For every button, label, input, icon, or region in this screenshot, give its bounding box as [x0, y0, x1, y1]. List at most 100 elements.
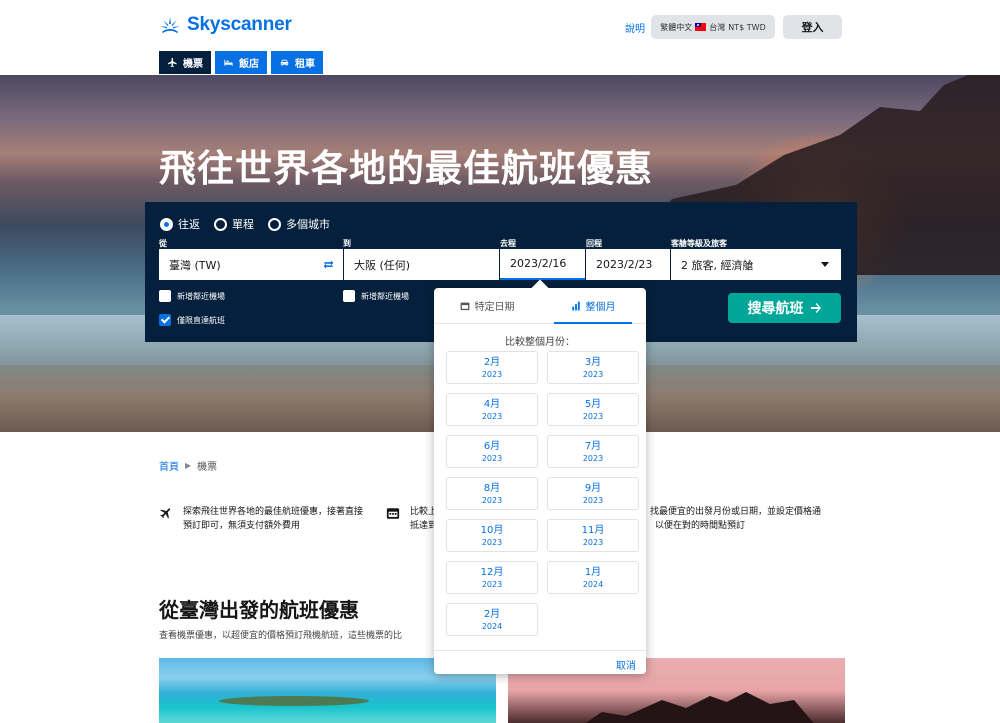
date-picker-popup: 特定日期 整個月 比較整個月份： 2月 2023 3月 2023 4月 2023 5月 202…: [434, 288, 646, 674]
year-label: 2023: [481, 579, 503, 589]
search-button-label: 搜尋航班: [747, 301, 804, 317]
to-value: 大阪 (任何): [354, 258, 411, 272]
depart-label: 去程: [500, 239, 516, 248]
direct-flights-only-checkbox[interactable]: 僅限直達航班: [159, 314, 225, 326]
year-label: 2023: [481, 495, 503, 505]
year-label: 2023: [582, 495, 604, 505]
radio-unchecked-icon: [214, 217, 227, 231]
compare-months-heading: 比較整個月份：: [505, 337, 575, 348]
cabin-travellers-field[interactable]: 2 旅客, 經濟艙: [671, 249, 841, 280]
nearby-destination-airports-checkbox[interactable]: 新增鄰近機場: [343, 290, 409, 302]
breadcrumb-home-link[interactable]: 首頁: [159, 458, 179, 473]
month-option[interactable]: 7月 2023: [547, 435, 639, 468]
year-label: 2023: [582, 411, 604, 421]
locale-button[interactable]: 繁體中文 台灣 NT$ TWD: [651, 15, 775, 39]
year-label: 2023: [481, 453, 503, 463]
product-tabs: 機票 飯店 租車: [159, 51, 323, 74]
tab-hotels[interactable]: 飯店: [215, 51, 267, 74]
year-label: 2023: [582, 369, 604, 379]
tab-car-hire[interactable]: 租車: [271, 51, 323, 74]
language-label: 繁體中文: [660, 22, 693, 32]
hero-title: 飛往世界各地的最佳航班優惠: [159, 147, 653, 190]
month-option[interactable]: 1月 2024: [547, 561, 639, 594]
month-label: 11月: [581, 524, 605, 536]
sunburst-logo-icon: [160, 17, 180, 33]
month-label: 9月: [584, 482, 602, 494]
month-label: 5月: [584, 398, 602, 410]
trip-type-return[interactable]: 往返: [160, 216, 200, 232]
checkbox-label: 僅限直達航班: [177, 315, 225, 325]
chevron-down-icon: [821, 262, 829, 267]
month-option[interactable]: 3月 2023: [547, 351, 639, 384]
login-button[interactable]: 登入: [783, 15, 842, 39]
feature-text-line1: 比較上: [410, 507, 438, 517]
month-option[interactable]: 11月 2023: [547, 519, 639, 552]
calendar-icon: [386, 508, 400, 519]
month-option[interactable]: 6月 2023: [446, 435, 538, 468]
cancel-button[interactable]: 取消: [616, 657, 636, 672]
calendar-icon: [460, 302, 469, 310]
year-label: 2024: [582, 579, 604, 589]
date-mode-tabs: 特定日期 整個月: [434, 288, 646, 324]
bar-chart-icon: [571, 301, 580, 310]
checkbox-label: 新增鄰近機場: [177, 291, 225, 301]
swap-arrows-icon[interactable]: [322, 258, 335, 271]
taiwan-flag-icon: [695, 23, 707, 31]
year-label: 2023: [481, 537, 503, 547]
month-option[interactable]: 5月 2023: [547, 393, 639, 426]
month-label: 10月: [480, 524, 504, 536]
tab-specific-date[interactable]: 特定日期: [434, 288, 540, 323]
month-label: 7月: [584, 440, 602, 452]
cabin-value: 2 旅客, 經濟艙: [681, 258, 754, 272]
region-label: 台灣: [709, 22, 726, 32]
month-label: 1月: [584, 566, 602, 578]
year-label: 2024: [481, 621, 503, 631]
feature-item: 找最便宜的出發月份或日期，並設定價格通 以便在對的時間點預訂: [650, 505, 821, 533]
cabin-label: 客艙等級及旅客: [671, 239, 727, 248]
bed-icon: [224, 59, 233, 66]
arrow-right-icon: [810, 303, 821, 313]
trip-type-one-way[interactable]: 單程: [214, 216, 254, 232]
month-option[interactable]: 12月 2023: [446, 561, 538, 594]
month-label: 8月: [483, 482, 501, 494]
car-icon: [280, 59, 289, 66]
month-option[interactable]: 4月 2023: [446, 393, 538, 426]
month-option[interactable]: 8月 2023: [446, 477, 538, 510]
breadcrumb: 首頁 ▶ 機票: [159, 458, 217, 473]
year-label: 2023: [481, 411, 503, 421]
plane-icon: [167, 57, 177, 68]
nearby-origin-airports-checkbox[interactable]: 新增鄰近機場: [159, 290, 225, 302]
feature-item: 比較上 抵達到: [386, 505, 437, 533]
tab-flights[interactable]: 機票: [159, 51, 211, 74]
help-link[interactable]: 說明: [625, 20, 645, 35]
breadcrumb-current: 機票: [197, 462, 218, 473]
month-label: 2月: [483, 608, 501, 620]
from-value: 臺灣 (TW): [169, 258, 221, 272]
to-field[interactable]: 大阪 (任何): [344, 249, 499, 280]
tab-label: 飯店: [239, 59, 259, 70]
depart-date-field[interactable]: 2023/2/16: [500, 249, 585, 280]
popup-footer: 取消: [434, 650, 646, 674]
tab-whole-month[interactable]: 整個月: [540, 288, 646, 324]
to-label: 到: [343, 239, 351, 248]
month-option[interactable]: 2月 2024: [446, 603, 538, 636]
plane-icon: [160, 508, 171, 519]
month-option[interactable]: 10月 2023: [446, 519, 538, 552]
checkbox-icon: [159, 290, 171, 302]
year-label: 2023: [582, 453, 604, 463]
feature-text-line1: 找最便宜的出發月份或日期，並設定價格通: [650, 507, 822, 517]
skyscanner-logo[interactable]: Skyscanner: [159, 14, 292, 36]
search-flights-button[interactable]: 搜尋航班: [728, 293, 841, 323]
feature-text-line2: 抵達到: [410, 521, 438, 531]
month-option[interactable]: 9月 2023: [547, 477, 639, 510]
checkbox-label: 新增鄰近機場: [361, 291, 409, 301]
from-field[interactable]: 臺灣 (TW): [159, 249, 343, 280]
checkbox-icon: [343, 290, 355, 302]
month-label: 2月: [483, 356, 501, 368]
month-option[interactable]: 2月 2023: [446, 351, 538, 384]
month-label: 4月: [483, 398, 501, 410]
trip-type-multi-city[interactable]: 多個城市: [268, 216, 330, 232]
top-header: Skyscanner 說明 繁體中文 台灣 NT$ TWD 登入 機票 飯店 租…: [0, 0, 1000, 75]
return-date-field[interactable]: 2023/2/23: [586, 249, 670, 280]
feature-text-line1: 探索飛往世界各地的最佳航班優惠，接著直接: [183, 507, 364, 517]
